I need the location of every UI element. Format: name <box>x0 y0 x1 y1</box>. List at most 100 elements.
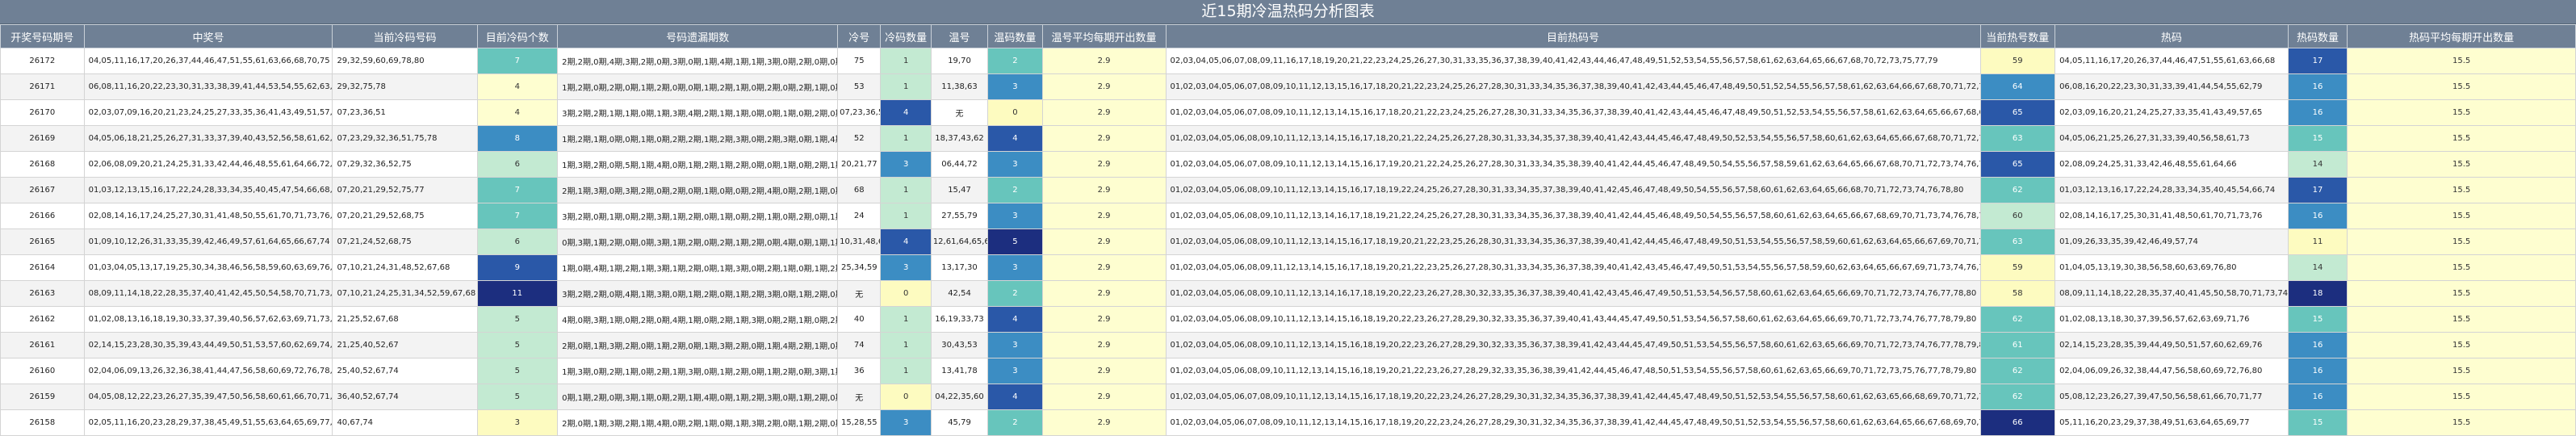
hot-hit-cell[interactable]: 02,14,15,23,28,35,39,44,49,50,51,57,60,6… <box>2055 332 2289 358</box>
header-cell[interactable]: 开奖号码期号 <box>0 24 85 48</box>
hot-numbers-cell[interactable]: 01,02,03,04,05,06,07,08,09,10,11,12,13,1… <box>1165 409 1981 436</box>
hot-hit-count-cell[interactable]: 15 <box>2287 409 2348 436</box>
warm-hit-count-cell[interactable]: 2 <box>987 48 1043 74</box>
hot-numbers-cell[interactable]: 01,02,03,04,05,06,07,08,09,10,11,12,13,1… <box>1165 151 1981 178</box>
cold-numbers-cell[interactable]: 07,20,21,29,52,68,75 <box>332 203 478 229</box>
header-cell[interactable]: 当前热号数量 <box>1979 24 2056 48</box>
cold-count-cell[interactable]: 7 <box>476 203 559 229</box>
hot-count-cell[interactable]: 62 <box>1979 384 2056 410</box>
cold-hit-count-cell[interactable]: 0 <box>880 280 932 307</box>
omission-cell[interactable]: 2期,2期,0期,4期,3期,2期,0期,3期,0期,1期,4期,1期,1期,3… <box>557 48 839 74</box>
hot-numbers-cell[interactable]: 01,02,03,04,05,06,08,09,10,11,12,13,14,1… <box>1165 228 1981 255</box>
warm-avg-cell[interactable]: 2.9 <box>1041 73 1167 100</box>
warm-hit-cell[interactable]: 16,19,33,73 <box>930 306 989 333</box>
cold-hit-count-cell[interactable]: 3 <box>880 254 932 281</box>
warm-hit-count-cell[interactable]: 0 <box>987 99 1043 126</box>
hot-numbers-cell[interactable]: 01,02,03,04,05,06,07,08,09,10,11,12,13,1… <box>1165 99 1981 126</box>
warm-avg-cell[interactable]: 2.9 <box>1041 332 1167 358</box>
warm-avg-cell[interactable]: 2.9 <box>1041 151 1167 178</box>
hot-hit-count-cell[interactable]: 17 <box>2287 177 2348 203</box>
cold-count-cell[interactable]: 11 <box>476 280 559 307</box>
cold-hit-cell[interactable]: 20,21,77 <box>837 151 882 178</box>
winning-numbers-cell[interactable]: 01,09,10,12,26,31,33,35,39,42,46,49,57,6… <box>83 228 333 255</box>
header-cell[interactable]: 热码平均每期开出数量 <box>2347 24 2576 48</box>
warm-avg-cell[interactable]: 2.9 <box>1041 48 1167 74</box>
hot-hit-count-cell[interactable]: 16 <box>2287 384 2348 410</box>
omission-cell[interactable]: 2期,0期,1期,3期,2期,0期,1期,2期,0期,1期,3期,2期,0期,1… <box>557 332 839 358</box>
warm-hit-count-cell[interactable]: 3 <box>987 358 1043 384</box>
header-cell[interactable]: 当前冷码号码 <box>332 24 478 48</box>
winning-numbers-cell[interactable]: 01,02,08,13,16,18,19,30,33,37,39,40,56,5… <box>83 306 333 333</box>
hot-numbers-cell[interactable]: 01,02,03,04,05,06,08,09,10,11,12,13,14,1… <box>1165 306 1981 333</box>
header-cell[interactable]: 冷号 <box>837 24 882 48</box>
cold-count-cell[interactable]: 7 <box>476 48 559 74</box>
hot-hit-cell[interactable]: 02,08,09,24,25,31,33,42,46,48,55,61,64,6… <box>2055 151 2289 178</box>
winning-numbers-cell[interactable]: 02,14,15,23,28,30,35,39,43,44,49,50,51,5… <box>83 332 333 358</box>
hot-hit-cell[interactable]: 05,08,12,23,26,27,39,47,50,56,58,61,66,7… <box>2055 384 2289 410</box>
warm-hit-count-cell[interactable]: 2 <box>987 280 1043 307</box>
cold-count-cell[interactable]: 3 <box>476 409 559 436</box>
warm-hit-count-cell[interactable]: 3 <box>987 151 1043 178</box>
warm-hit-cell[interactable]: 无 <box>930 99 989 126</box>
hot-hit-cell[interactable]: 01,03,12,13,16,17,22,24,28,33,34,35,40,4… <box>2055 177 2289 203</box>
winning-numbers-cell[interactable]: 06,08,11,16,20,22,23,30,31,33,38,39,41,4… <box>83 73 333 100</box>
cold-numbers-cell[interactable]: 36,40,52,67,74 <box>332 384 478 410</box>
warm-hit-cell[interactable]: 11,38,63 <box>930 73 989 100</box>
hot-hit-count-cell[interactable]: 17 <box>2287 48 2348 74</box>
hot-hit-cell[interactable]: 08,09,11,14,18,22,28,35,37,40,41,45,50,5… <box>2055 280 2289 307</box>
hot-numbers-cell[interactable]: 01,02,03,04,05,06,08,09,10,11,12,13,14,1… <box>1165 280 1981 307</box>
hot-hit-cell[interactable]: 02,03,09,16,20,21,24,25,27,33,35,41,43,4… <box>2055 99 2289 126</box>
header-cell[interactable]: 中奖号 <box>83 24 333 48</box>
winning-numbers-cell[interactable]: 08,09,11,14,18,22,28,35,37,40,41,42,45,5… <box>83 280 333 307</box>
winning-numbers-cell[interactable]: 02,04,06,09,13,26,32,36,38,41,44,47,56,5… <box>83 358 333 384</box>
header-cell[interactable]: 温号平均每期开出数量 <box>1041 24 1167 48</box>
issue-cell[interactable]: 26170 <box>0 99 85 126</box>
cold-numbers-cell[interactable]: 07,21,24,52,68,75 <box>332 228 478 255</box>
hot-avg-cell[interactable]: 15.5 <box>2347 203 2576 229</box>
hot-count-cell[interactable]: 59 <box>1979 254 2056 281</box>
hot-count-cell[interactable]: 62 <box>1979 306 2056 333</box>
cold-numbers-cell[interactable]: 07,10,21,24,25,31,34,52,59,67,68 <box>332 280 478 307</box>
issue-cell[interactable]: 26171 <box>0 73 85 100</box>
hot-count-cell[interactable]: 58 <box>1979 280 2056 307</box>
cold-count-cell[interactable]: 5 <box>476 306 559 333</box>
warm-avg-cell[interactable]: 2.9 <box>1041 125 1167 152</box>
warm-hit-count-cell[interactable]: 3 <box>987 332 1043 358</box>
hot-hit-cell[interactable]: 05,11,16,20,23,29,37,38,49,51,63,64,65,6… <box>2055 409 2289 436</box>
cold-hit-cell[interactable]: 75 <box>837 48 882 74</box>
omission-cell[interactable]: 2期,0期,1期,3期,2期,1期,4期,0期,2期,1期,0期,1期,3期,2… <box>557 409 839 436</box>
hot-hit-cell[interactable]: 04,05,11,16,17,20,26,37,44,46,47,51,55,6… <box>2055 48 2289 74</box>
issue-cell[interactable]: 26159 <box>0 384 85 410</box>
issue-cell[interactable]: 26165 <box>0 228 85 255</box>
cold-hit-cell[interactable]: 无 <box>837 384 882 410</box>
winning-numbers-cell[interactable]: 01,03,04,05,13,17,19,25,30,34,38,46,56,5… <box>83 254 333 281</box>
cold-numbers-cell[interactable]: 21,25,40,52,67 <box>332 332 478 358</box>
hot-hit-count-cell[interactable]: 14 <box>2287 254 2348 281</box>
cold-hit-count-cell[interactable]: 1 <box>880 48 932 74</box>
hot-count-cell[interactable]: 65 <box>1979 99 2056 126</box>
hot-avg-cell[interactable]: 15.5 <box>2347 332 2576 358</box>
hot-hit-count-cell[interactable]: 16 <box>2287 203 2348 229</box>
cold-count-cell[interactable]: 6 <box>476 151 559 178</box>
hot-hit-count-cell[interactable]: 16 <box>2287 332 2348 358</box>
hot-avg-cell[interactable]: 15.5 <box>2347 358 2576 384</box>
warm-hit-cell[interactable]: 19,70 <box>930 48 989 74</box>
header-cell[interactable]: 目前热码号 <box>1165 24 1981 48</box>
cold-hit-count-cell[interactable]: 1 <box>880 177 932 203</box>
hot-hit-cell[interactable]: 01,04,05,13,19,30,38,56,58,60,63,69,76,8… <box>2055 254 2289 281</box>
cold-numbers-cell[interactable]: 07,20,21,29,52,75,77 <box>332 177 478 203</box>
warm-avg-cell[interactable]: 2.9 <box>1041 384 1167 410</box>
cold-hit-cell[interactable]: 25,34,59 <box>837 254 882 281</box>
hot-avg-cell[interactable]: 15.5 <box>2347 384 2576 410</box>
header-cell[interactable]: 目前冷码个数 <box>476 24 559 48</box>
warm-hit-cell[interactable]: 06,44,72 <box>930 151 989 178</box>
omission-cell[interactable]: 1期,3期,0期,2期,1期,0期,2期,1期,3期,0期,1期,2期,0期,1… <box>557 358 839 384</box>
hot-count-cell[interactable]: 60 <box>1979 203 2056 229</box>
winning-numbers-cell[interactable]: 02,05,11,16,20,23,28,29,37,38,45,49,51,5… <box>83 409 333 436</box>
warm-hit-count-cell[interactable]: 2 <box>987 177 1043 203</box>
omission-cell[interactable]: 0期,1期,2期,0期,3期,1期,0期,2期,1期,4期,0期,1期,2期,3… <box>557 384 839 410</box>
omission-cell[interactable]: 2期,1期,3期,0期,3期,2期,0期,2期,0期,1期,0期,0期,2期,4… <box>557 177 839 203</box>
header-cell[interactable]: 热码 <box>2055 24 2289 48</box>
cold-hit-cell[interactable]: 53 <box>837 73 882 100</box>
omission-cell[interactable]: 0期,3期,1期,2期,0期,0期,3期,1期,2期,0期,2期,1期,2期,0… <box>557 228 839 255</box>
